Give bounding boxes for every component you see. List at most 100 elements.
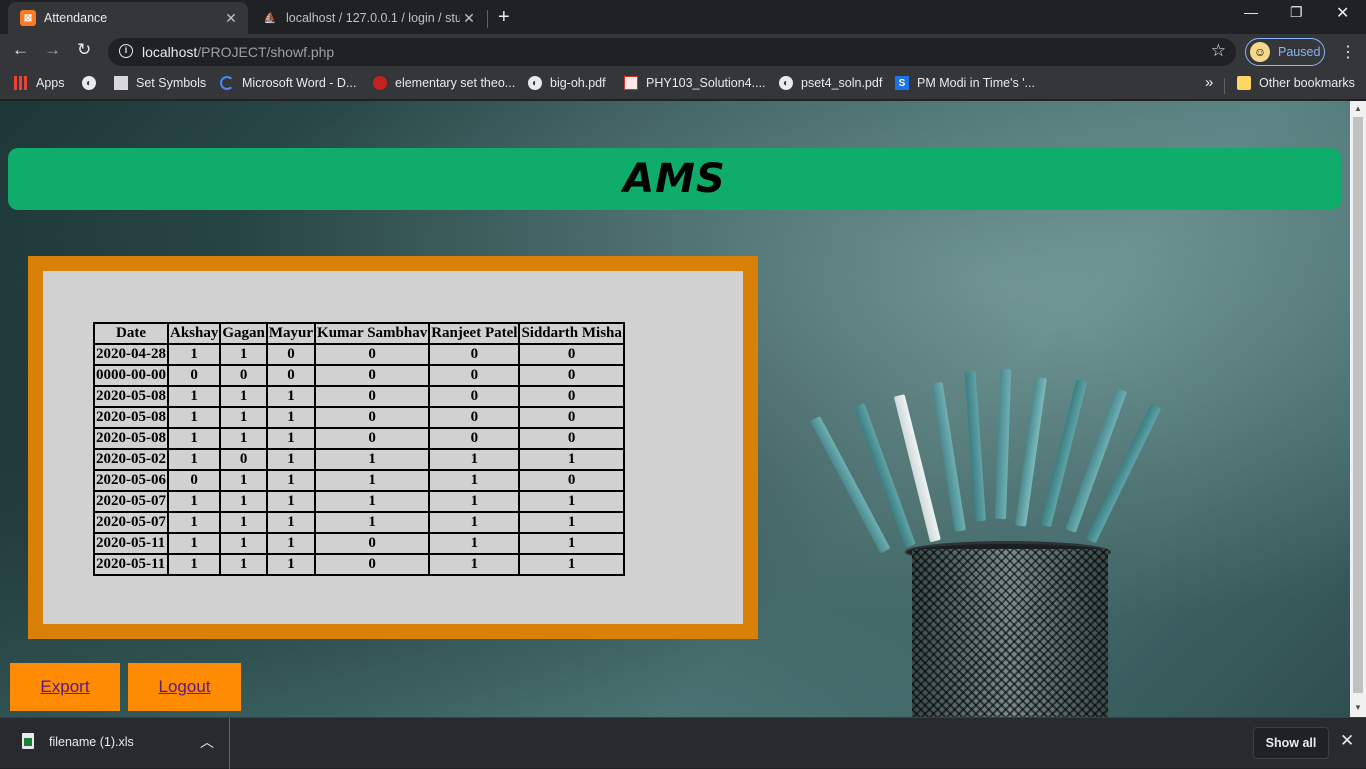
bookmark-star-icon[interactable]: ☆	[1211, 41, 1226, 61]
attendance-cell: 0	[315, 386, 430, 407]
bookmark-set-symbols[interactable]: Set Symbols	[114, 76, 206, 90]
scroll-up-icon[interactable]: ▲	[1354, 104, 1362, 113]
bookmarks-overflow-icon[interactable]: »	[1205, 74, 1213, 91]
window-close-icon[interactable]: ✕	[1336, 3, 1349, 23]
attendance-cell: 0	[315, 533, 430, 554]
table-row: 2020-05-08 1 1 1 0 0 0	[94, 386, 624, 407]
url-text[interactable]: localhost/PROJECT/showf.php	[142, 44, 334, 60]
chevron-up-icon[interactable]: ︿	[200, 732, 214, 752]
date-cell: 2020-05-11	[94, 533, 168, 554]
attendance-cell: 1	[429, 533, 520, 554]
bookmark-phy103[interactable]: PHY103_Solution4....	[624, 76, 766, 90]
attendance-cell: 1	[315, 512, 430, 533]
loading-icon	[220, 76, 234, 90]
attendance-cell: 1	[220, 407, 267, 428]
back-icon[interactable]: ←	[12, 40, 29, 60]
forward-icon[interactable]: →	[44, 40, 61, 60]
avatar: ☺	[1250, 42, 1270, 62]
attendance-panel: Date Akshay Gagan Mayur Kumar Sambhav Ranjeet…	[28, 256, 758, 639]
close-downloads-icon[interactable]: ✕	[1340, 731, 1354, 751]
address-bar[interactable]: i localhost/PROJECT/showf.php ☆	[108, 38, 1236, 66]
download-item[interactable]: filename (1).xls ︿	[0, 718, 230, 769]
minimize-icon[interactable]: —	[1244, 4, 1258, 20]
attendance-cell: 0	[519, 470, 624, 491]
attendance-cell: 1	[220, 428, 267, 449]
attendance-cell: 1	[315, 449, 430, 470]
column-header: Ranjeet Patel	[429, 323, 520, 344]
attendance-cell: 1	[429, 491, 520, 512]
attendance-cell: 0	[220, 365, 267, 386]
xampp-icon: ⊠	[20, 10, 36, 26]
globe-icon: ◐	[82, 76, 96, 90]
attendance-cell: 1	[168, 491, 221, 512]
info-icon[interactable]: i	[119, 44, 133, 58]
attendance-cell: 1	[168, 512, 221, 533]
tab-title: Attendance	[44, 11, 108, 25]
red-gear-icon	[373, 76, 387, 90]
attendance-cell: 0	[519, 344, 624, 365]
table-row: 2020-05-02 1 0 1 1 1 1	[94, 449, 624, 470]
new-tab-icon[interactable]: +	[498, 6, 510, 29]
other-bookmarks[interactable]: Other bookmarks	[1237, 76, 1355, 90]
column-header: Date	[94, 323, 168, 344]
attendance-cell: 1	[220, 470, 267, 491]
profile-button[interactable]: ☺ Paused	[1245, 38, 1325, 66]
profile-status: Paused	[1278, 45, 1321, 59]
attendance-cell: 1	[266, 470, 316, 491]
browser-titlebar: ⊠ Attendance ✕ ⛵ localhost / 127.0.0.1 /…	[0, 0, 1366, 34]
page-header: AMS	[8, 148, 1341, 210]
table-row: 2020-05-07 1 1 1 1 1 1	[94, 512, 624, 533]
tab-separator	[487, 10, 488, 28]
show-all-button[interactable]: Show all	[1253, 727, 1329, 759]
export-button[interactable]: Export	[10, 663, 120, 711]
tab-phpmyadmin[interactable]: ⛵ localhost / 127.0.0.1 / login / stud ✕	[250, 2, 486, 34]
table-row: 2020-05-08 1 1 1 0 0 0	[94, 428, 624, 449]
tab-attendance[interactable]: ⊠ Attendance ✕	[8, 2, 248, 34]
scroll-down-icon[interactable]: ▼	[1354, 703, 1362, 712]
date-cell: 2020-05-08	[94, 428, 168, 449]
attendance-cell: 1	[220, 512, 267, 533]
table-row: 2020-05-07 1 1 1 1 1 1	[94, 491, 624, 512]
attendance-cell: 0	[266, 365, 316, 386]
downloads-bar: filename (1).xls ︿ Show all ✕	[0, 717, 1366, 769]
bookmark-microsoft-word[interactable]: Microsoft Word - D...	[220, 76, 356, 90]
bookmark-big-oh[interactable]: ◐ big-oh.pdf	[528, 76, 606, 90]
reload-icon[interactable]: ↻	[77, 40, 91, 60]
bookmark-pset4[interactable]: ◐ pset4_soln.pdf	[779, 76, 882, 90]
bookmark-globe[interactable]: ◐	[82, 76, 104, 90]
bookmark-pm-modi[interactable]: S PM Modi in Time's '...	[895, 76, 1035, 90]
scribd-icon: S	[895, 76, 909, 90]
table-row: 2020-04-28 1 1 0 0 0 0	[94, 344, 624, 365]
attendance-cell: 0	[315, 554, 430, 575]
attendance-cell: 1	[519, 512, 624, 533]
column-header: Gagan	[220, 323, 267, 344]
logout-button[interactable]: Logout	[128, 663, 241, 711]
attendance-cell: 0	[429, 407, 520, 428]
attendance-cell: 1	[266, 449, 316, 470]
attendance-cell: 1	[220, 554, 267, 575]
image-icon	[114, 76, 128, 90]
table-row: 2020-05-11 1 1 1 0 1 1	[94, 554, 624, 575]
column-header: Siddarth Misha	[519, 323, 624, 344]
menu-icon[interactable]: ⋮	[1340, 42, 1356, 62]
attendance-cell: 1	[220, 491, 267, 512]
date-cell: 2020-05-11	[94, 554, 168, 575]
bookmark-apps[interactable]: Apps	[14, 76, 65, 90]
attendance-cell: 1	[168, 449, 221, 470]
attendance-cell: 1	[429, 554, 520, 575]
attendance-cell: 1	[220, 344, 267, 365]
attendance-cell: 1	[220, 533, 267, 554]
scrollbar-thumb[interactable]	[1353, 117, 1363, 693]
attendance-cell: 0	[315, 365, 430, 386]
page-scrollbar[interactable]: ▲ ▼	[1350, 101, 1366, 717]
close-tab-icon[interactable]: ✕	[222, 10, 240, 27]
bookmark-elementary-set-theory[interactable]: elementary set theo...	[373, 76, 515, 90]
restore-icon[interactable]: ❐	[1290, 4, 1303, 21]
phpmyadmin-icon: ⛵	[263, 12, 277, 24]
attendance-cell: 1	[168, 407, 221, 428]
date-cell: 2020-05-02	[94, 449, 168, 470]
attendance-cell: 0	[519, 407, 624, 428]
attendance-cell: 0	[315, 344, 430, 365]
attendance-cell: 1	[519, 533, 624, 554]
close-tab-icon[interactable]: ✕	[460, 10, 478, 27]
